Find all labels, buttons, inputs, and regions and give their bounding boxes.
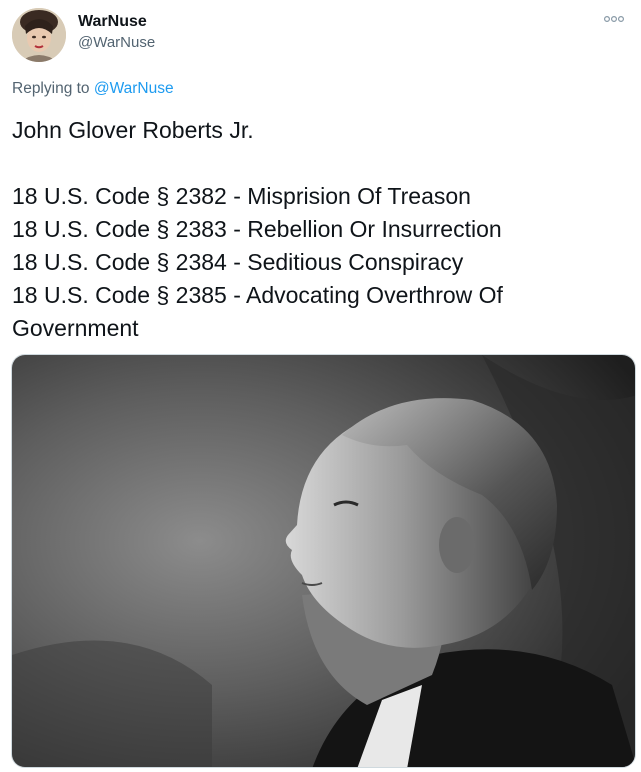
tweet-text-line: 18 U.S. Code § 2383 - Rebellion Or Insur… xyxy=(12,216,502,242)
profile-avatar-icon xyxy=(12,8,66,62)
tweet: WarNuse @WarNuse Replying to @WarNuse Jo… xyxy=(0,0,641,772)
tweet-photo[interactable] xyxy=(11,354,636,768)
tweet-text-line: 18 U.S. Code § 2384 - Seditious Conspira… xyxy=(12,249,464,275)
tweet-text-line: 18 U.S. Code § 2382 - Misprision Of Trea… xyxy=(12,183,471,209)
author-names: WarNuse @WarNuse xyxy=(78,12,155,53)
tweet-text-line: John Glover Roberts Jr. xyxy=(12,117,254,143)
more-options-button[interactable] xyxy=(601,10,627,28)
replying-mention-link[interactable]: @WarNuse xyxy=(94,80,174,97)
more-options-icon xyxy=(603,15,625,23)
avatar[interactable] xyxy=(12,8,66,62)
tweet-text: John Glover Roberts Jr. 18 U.S. Code § 2… xyxy=(12,114,632,345)
portrait-photo-image xyxy=(12,355,635,767)
tweet-text-line: 18 U.S. Code § 2385 - Advocating Overthr… xyxy=(12,282,503,308)
replying-prefix: Replying to xyxy=(12,80,90,97)
user-handle[interactable]: @WarNuse xyxy=(78,33,155,53)
replying-to: Replying to @WarNuse xyxy=(12,79,174,99)
tweet-text-line: Government xyxy=(12,315,139,341)
tweet-header: WarNuse @WarNuse xyxy=(12,8,629,64)
display-name[interactable]: WarNuse xyxy=(78,12,155,32)
